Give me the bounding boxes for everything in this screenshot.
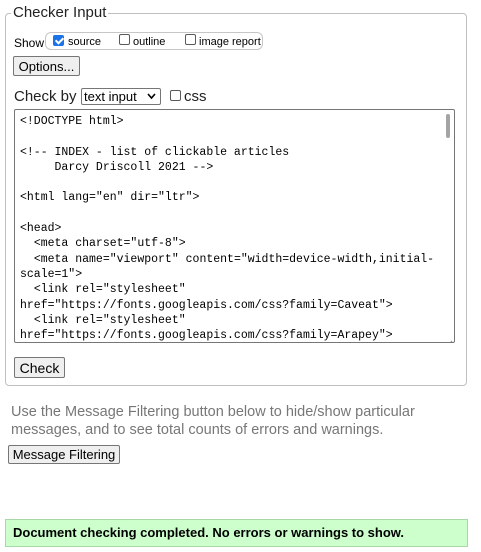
source-checkbox-label[interactable]: source [68,36,101,48]
outline-checkbox-label[interactable]: outline [133,36,165,48]
source-text[interactable]: <!DOCTYPE html> <!-- INDEX - list of cli… [20,114,440,342]
checker-input-legend: Checker Input [11,4,109,21]
message-filtering-info: Use the Message Filtering button below t… [11,404,415,438]
status-message: Document checking completed. No errors o… [5,519,468,547]
show-label: Show [14,36,45,50]
show-options-group: source outline image report [45,32,263,50]
check-by-select-value: text input [84,89,137,104]
image-report-checkbox-label[interactable]: image report [199,36,261,48]
message-filtering-button[interactable]: Message Filtering [8,445,120,464]
css-checkbox-label[interactable]: css [184,88,207,105]
chevron-down-icon [147,89,156,109]
outline-checkbox[interactable] [119,34,130,45]
css-checkbox[interactable] [170,90,181,101]
options-button[interactable]: Options... [13,56,80,76]
source-textarea[interactable]: <!DOCTYPE html> <!-- INDEX - list of cli… [14,109,455,343]
image-report-checkbox[interactable] [185,34,196,45]
textarea-scrollbar[interactable] [446,114,450,138]
check-button[interactable]: Check [14,357,65,378]
check-by-select[interactable]: text input [81,88,161,105]
resize-grip-icon[interactable] [446,334,453,342]
source-checkbox[interactable] [53,35,64,46]
check-by-label: Check by [14,88,77,105]
